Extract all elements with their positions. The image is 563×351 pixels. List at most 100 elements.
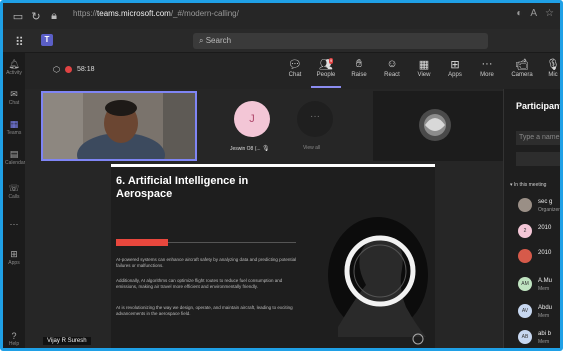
search-input[interactable]: ⌕ Search (193, 33, 488, 49)
slide-paragraph: Additionally, AI algorithms can optimize… (116, 278, 283, 289)
participant-row[interactable]: AM A.Mu Mem (518, 277, 560, 299)
notification-badge: 9 (329, 58, 334, 64)
toolbar-button[interactable]: ▦ View (409, 58, 439, 78)
more-icon: ··· (9, 219, 19, 229)
people-icon: 👥︎ (319, 59, 333, 71)
avatar-initial: J (249, 113, 255, 125)
rail-item[interactable]: ? Help (5, 331, 23, 347)
rail-item[interactable]: ☏ Calls (5, 183, 23, 200)
participants-panel: Participants Type a name ▾ In this meeti… (503, 89, 560, 348)
teams-icon: ▦ (9, 119, 19, 129)
participant-avatar: 2 (518, 224, 532, 238)
rail-item-label: Help (8, 341, 20, 347)
meeting-timer: 58:18 (76, 66, 95, 73)
toolbar-button[interactable]: ☺ React (377, 58, 407, 78)
url-path: /_#/modern-calling/ (170, 9, 239, 18)
camera-icon: 📹︎ (515, 59, 529, 71)
invite-input[interactable]: Type a name (516, 131, 560, 145)
video-tile-participant[interactable]: J Jeswin O8 (... 🎙︎ (200, 91, 292, 161)
meeting-toolbar: ⬡ 58:18 💬︎ Chat 👥︎ 9 People ✋︎ Raise ☺ React ▦ Vie… (25, 53, 560, 89)
rail-item[interactable]: ▤ Calendar (5, 149, 25, 166)
toolbar-button[interactable]: ⊞ Apps (440, 58, 470, 78)
browser-toolbar: ▭ ↻ 🔒︎ https://teams.microsoft.com/_#/mo… (3, 3, 560, 29)
help-icon: ? (11, 331, 17, 341)
in-meeting-header[interactable]: ▾ In this meeting (510, 182, 546, 188)
more-participants-avatar: ··· (297, 101, 333, 137)
participant-row[interactable]: sec g Organizer (518, 198, 560, 220)
participant-row[interactable]: 2 2010 (518, 224, 560, 246)
rail-item[interactable]: 🔔︎ Activity (5, 59, 23, 76)
toolbar-button-label: Raise (351, 72, 367, 78)
view-all-tile[interactable]: ··· View all (295, 91, 371, 161)
teams-logo-icon: T (41, 34, 53, 46)
teams-header: ⠿ T ⌕ Search (3, 29, 560, 53)
tab-icon[interactable]: ▭ (9, 10, 27, 23)
toolbar-button-label: React (384, 72, 400, 78)
view-all-label[interactable]: View all (303, 145, 320, 151)
participant-role: Organizer (538, 207, 560, 213)
reader-icon[interactable]: ◐ (516, 8, 522, 19)
participant-role: Mem (538, 286, 550, 292)
favorite-star-icon[interactable]: ☆ (545, 8, 554, 19)
toolbar-button[interactable]: ✋︎ Raise (344, 58, 374, 78)
chevron-down-icon: ▾ (510, 182, 513, 188)
participant-name: A.Mu (538, 278, 553, 284)
rail-item[interactable]: ▦ Teams (5, 119, 23, 136)
browser-actions: ◐ A ☆ (516, 8, 554, 19)
rail-item-label: Calls (8, 194, 20, 200)
grid-icon: ▦ (418, 59, 430, 71)
bell-icon: 🔔︎ (8, 59, 20, 69)
toolbar-button-label: People (316, 72, 336, 78)
url-prefix: https:// (73, 9, 98, 18)
participant-avatar (518, 249, 532, 263)
more-icon: ··· (310, 111, 320, 122)
screenshot-frame: ▭ ↻ 🔒︎ https://teams.microsoft.com/_#/mo… (0, 0, 563, 351)
participant-photo-image (373, 91, 503, 161)
avatar-initials: AV (521, 308, 529, 314)
video-tile-photo[interactable] (373, 91, 503, 161)
slide-paragraph: AI-powered systems can enhance aircraft … (116, 257, 297, 268)
participant-avatar: AV (518, 304, 532, 318)
smile-icon: ☺ (386, 58, 398, 70)
plus-box-icon: ⊞ (450, 59, 460, 71)
refresh-icon[interactable]: ↻ (27, 10, 45, 23)
toolbar-button[interactable]: 👥︎ 9 People (311, 58, 341, 88)
meeting-status: ⬡ 58:18 (53, 65, 95, 74)
video-tile-presenter[interactable] (41, 91, 197, 161)
in-meeting-label: In this meeting (513, 182, 547, 188)
rail-item[interactable]: ⊞ Apps (5, 249, 23, 266)
mic-icon: 🎙︎ (546, 59, 560, 71)
avatar-initials: AM (521, 281, 529, 287)
search-placeholder: Search (205, 36, 232, 45)
app-launcher-icon[interactable]: ⠿ (15, 35, 24, 49)
toolbar-button[interactable]: 🎙︎ Mic (538, 58, 560, 78)
toolbar-button-label: Apps (448, 72, 462, 78)
rail-item[interactable]: ··· (5, 219, 23, 229)
toolbar-button[interactable]: ··· More (472, 58, 502, 78)
slide-illustration-image (316, 197, 434, 347)
avatar-initials: 2 (523, 228, 527, 234)
presenter-name-tag: Vijay R Suresh (43, 337, 91, 345)
participant-avatar: AM (518, 277, 532, 291)
shared-slide: 6. Artificial Intelligence in Aerospace … (111, 164, 435, 348)
lock-icon: 🔒︎ (51, 9, 57, 22)
font-size-icon[interactable]: A (530, 8, 537, 19)
participant-row[interactable]: 2010 (518, 249, 560, 271)
toolbar-button[interactable]: 📹︎ Camera (507, 58, 537, 78)
slide-paragraph: AI is revolutionizing the way we design,… (116, 305, 293, 316)
url-host: teams.microsoft.com (97, 9, 171, 18)
toolbar-button[interactable]: 💬︎ Chat (280, 58, 310, 78)
share-invite-field[interactable] (516, 152, 560, 166)
search-icon: ⌕ (199, 36, 204, 45)
meeting-stage: J Jeswin O8 (... 🎙︎ ··· View all 6. Arti (25, 89, 503, 348)
slide-accent-bar (116, 239, 168, 246)
participant-row[interactable]: AB abi b Mem (518, 330, 560, 348)
shield-icon: ⬡ (53, 65, 60, 74)
chat-icon: 💬︎ (288, 59, 302, 71)
rail-item-label: Teams (6, 130, 22, 136)
participant-name: 2010 (538, 225, 552, 231)
address-bar[interactable]: https://teams.microsoft.com/_#/modern-ca… (73, 9, 493, 23)
participant-row[interactable]: AV Abdu Mem (518, 304, 560, 326)
rail-item[interactable]: ✉︎ Chat (5, 89, 23, 106)
participant-name: 2010 (538, 250, 552, 256)
